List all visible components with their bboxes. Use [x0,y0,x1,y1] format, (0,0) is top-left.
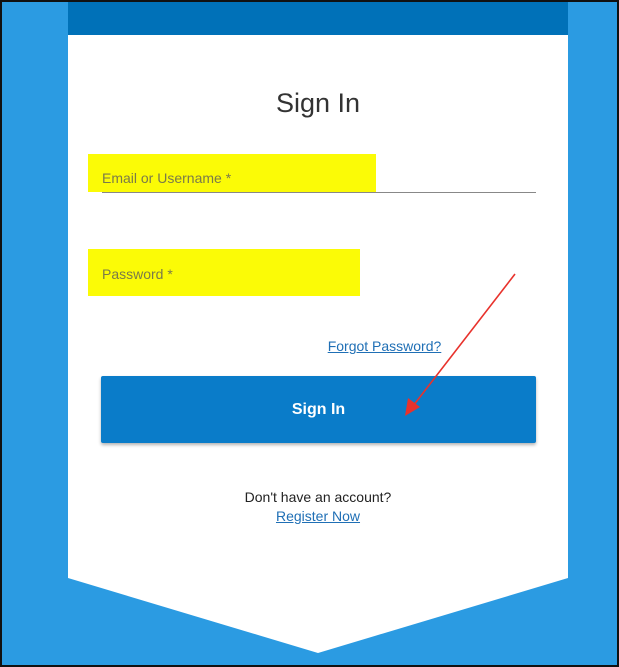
forgot-password-row: Forgot Password? [68,338,568,354]
email-field-container [88,154,536,193]
page-title: Sign In [275,88,361,118]
email-field[interactable] [102,166,522,190]
no-account-label: Don't have an account? [244,489,392,505]
password-field[interactable] [102,262,352,286]
register-row: Register Now [68,508,568,524]
screenshot-frame: Sign In Forgot Password? Sign In Don't h… [0,0,619,667]
register-now-link[interactable]: Register Now [276,508,360,524]
forgot-password-link[interactable]: Forgot Password? [328,338,442,354]
password-field-container [88,249,360,296]
sign-in-button[interactable]: Sign In [101,376,536,443]
card-header-bar [68,2,568,35]
no-account-text: Don't have an account? [68,489,568,505]
